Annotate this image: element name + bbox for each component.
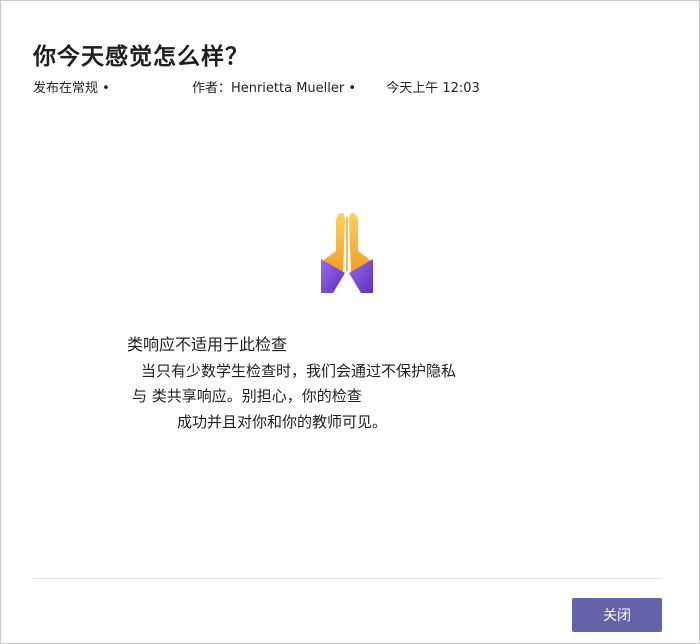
close-button[interactable]: 关闭 — [572, 598, 662, 632]
message-line-1: 当只有少数学生检查时，我们会通过不保护隐私 — [141, 362, 457, 380]
message-line-3: 成功并且对你和你的教师可见。 — [177, 413, 388, 431]
post-author: 作者：Henrietta Mueller • — [191, 81, 357, 96]
message-line-2: 与 类共享响应。别担心，你的检查 — [132, 387, 362, 405]
message-title: 类响应不适用于此检查 — [127, 335, 288, 354]
folded-hands-icon — [321, 213, 373, 293]
post-meta: 发布在常规 • 作者：Henrietta Mueller • 今天上午 12:0… — [33, 77, 480, 96]
dialog-title: 你今天感觉怎么样？ — [33, 44, 249, 70]
post-time: 今天上午 12:03 — [386, 81, 480, 96]
posted-in-channel: 发布在常规 • — [33, 81, 110, 96]
check-in-dialog: 你今天感觉怎么样？ 发布在常规 • 作者：Henrietta Mueller •… — [0, 0, 700, 644]
footer-divider — [33, 578, 661, 579]
